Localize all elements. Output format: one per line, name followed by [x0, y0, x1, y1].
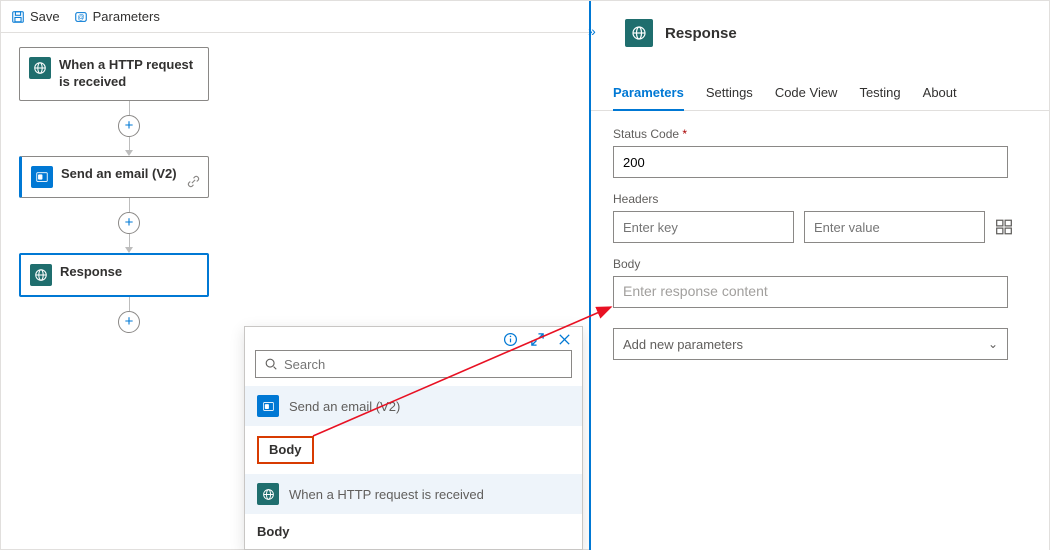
tab-codeview[interactable]: Code View: [775, 79, 838, 110]
picker-item-label: Body: [257, 524, 290, 539]
link-icon: [187, 175, 200, 191]
node-http-request[interactable]: When a HTTP request is received: [19, 47, 209, 101]
picker-group-label: Send an email (V2): [289, 399, 400, 414]
info-icon[interactable]: [503, 332, 518, 347]
chevron-down-icon: ⌄: [988, 337, 998, 351]
tab-settings[interactable]: Settings: [706, 79, 753, 110]
save-button[interactable]: Save: [11, 9, 60, 24]
save-label: Save: [30, 9, 60, 24]
globe-icon: [30, 264, 52, 286]
node-label: Response: [60, 264, 122, 281]
panel-title: Response: [665, 25, 737, 42]
node-label: Send an email (V2): [61, 166, 177, 183]
svg-text:@: @: [77, 14, 84, 21]
globe-icon: [625, 19, 653, 47]
body-label: Body: [613, 257, 1027, 271]
panel-tabs: Parameters Settings Code View Testing Ab…: [591, 79, 1049, 111]
header-value-input[interactable]: [804, 211, 985, 243]
headers-label: Headers: [613, 192, 1027, 206]
outlook-icon: [31, 166, 53, 188]
tab-testing[interactable]: Testing: [859, 79, 900, 110]
search-input[interactable]: [255, 350, 572, 378]
search-icon: [264, 357, 278, 371]
globe-icon: [257, 483, 279, 505]
parameters-icon: @: [74, 10, 88, 24]
add-parameters-label: Add new parameters: [623, 337, 743, 352]
node-response[interactable]: Response: [19, 253, 209, 297]
picker-item-body-email[interactable]: Body: [245, 426, 582, 474]
close-icon[interactable]: [557, 332, 572, 347]
globe-icon: [29, 57, 51, 79]
tab-parameters[interactable]: Parameters: [613, 79, 684, 111]
status-code-label: Status Code *: [613, 127, 1027, 141]
header-key-input[interactable]: [613, 211, 794, 243]
body-input[interactable]: Enter response content: [613, 276, 1008, 308]
picker-item-body-http[interactable]: Body: [245, 514, 582, 549]
collapse-panel-button[interactable]: »: [588, 23, 596, 39]
switch-mode-icon[interactable]: [995, 218, 1013, 236]
status-code-input[interactable]: [613, 146, 1008, 178]
add-step-button[interactable]: +: [118, 115, 140, 137]
picker-group-http-request[interactable]: When a HTTP request is received: [245, 474, 582, 514]
details-panel: » Response Parameters Settings Code View…: [589, 1, 1049, 550]
add-parameters-dropdown[interactable]: Add new parameters ⌄: [613, 328, 1008, 360]
connector: +: [19, 198, 239, 253]
tab-about[interactable]: About: [923, 79, 957, 110]
connector: +: [19, 101, 239, 156]
designer-canvas[interactable]: When a HTTP request is received + Send a…: [1, 33, 591, 550]
node-send-email[interactable]: Send an email (V2): [19, 156, 209, 198]
parameters-button[interactable]: @ Parameters: [74, 9, 160, 24]
connector: +: [19, 297, 239, 333]
outlook-icon: [257, 395, 279, 417]
picker-group-send-email[interactable]: Send an email (V2): [245, 386, 582, 426]
add-step-button[interactable]: +: [118, 212, 140, 234]
save-icon: [11, 10, 25, 24]
dynamic-content-picker: Send an email (V2) Body When a HTTP requ…: [244, 326, 583, 550]
add-step-button[interactable]: +: [118, 311, 140, 333]
picker-group-label: When a HTTP request is received: [289, 487, 484, 502]
node-label: When a HTTP request is received: [59, 57, 199, 91]
picker-item-label: Body: [257, 436, 314, 464]
parameters-label: Parameters: [93, 9, 160, 24]
expand-icon[interactable]: [530, 332, 545, 347]
